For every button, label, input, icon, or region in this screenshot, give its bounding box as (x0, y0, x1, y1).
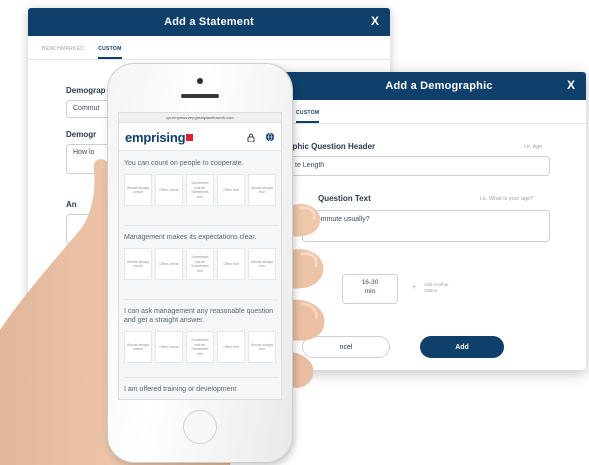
demographic-modal-title: Add a Demographic (385, 80, 493, 92)
browser-url-bar[interactable]: qa-emprisurvey.greatplacetowork.com (119, 113, 281, 123)
add-another-option[interactable]: Add Another Option (424, 282, 454, 294)
demographic-close-icon[interactable]: X (567, 78, 575, 92)
answer-options: Almost always untrue Often untrue Someti… (124, 174, 278, 206)
globe-icon[interactable] (265, 132, 275, 142)
add-demographic-modal: Add a Demographic X CUSTOM aphic Questio… (262, 72, 586, 370)
option-sometimes[interactable]: Sometimes untrue/ Sometimes true (186, 248, 214, 280)
question-text: I can ask management any reasonable ques… (124, 308, 274, 324)
stage: Add a Statement X BENCHMARKED CUSTOM Dem… (0, 0, 589, 465)
option-sometimes[interactable]: Sometimes untrue/ Sometimes true (186, 174, 214, 206)
add-button[interactable]: Add (420, 336, 504, 358)
question-header-hint: i.e. Age (524, 144, 543, 150)
question-header-label: aphic Question Header (288, 142, 376, 151)
cancel-button[interactable]: ncel (302, 336, 390, 358)
emprising-logo: emprising (125, 130, 194, 145)
option-often-untrue[interactable]: Often untrue (155, 248, 183, 280)
option-almost-always-true[interactable]: Almost always true (248, 331, 276, 363)
demographic-body: aphic Question Header i.e. Age te Length… (262, 124, 586, 370)
home-button[interactable] (183, 410, 217, 444)
option-often-true[interactable]: Often true (217, 331, 245, 363)
lock-icon[interactable] (247, 133, 255, 142)
survey-question-2: Management makes its expectations clear.… (124, 233, 278, 280)
statement-modal-title: Add a Statement (164, 16, 254, 28)
survey-question-1: You can count on people to cooperate. Al… (124, 159, 278, 206)
option-almost-always-untrue[interactable]: Almost always untrue (124, 331, 152, 363)
option-often-true[interactable]: Often true (217, 174, 245, 206)
add-option-plus-icon[interactable]: + (412, 284, 416, 291)
tab-custom[interactable]: CUSTOM (98, 46, 122, 59)
logo-mark-icon (186, 134, 194, 141)
statement-modal-header: Add a Statement X (28, 8, 390, 36)
answers-label: An (66, 200, 77, 209)
question-header-input[interactable]: te Length (288, 156, 550, 176)
divider (124, 225, 278, 226)
tab-custom-demographic[interactable]: CUSTOM (296, 110, 320, 123)
option-often-untrue[interactable]: Often untrue (155, 174, 183, 206)
tab-benchmarked[interactable]: BENCHMARKED (42, 46, 84, 59)
option-chip-16-30[interactable]: 16-30 min (342, 274, 398, 304)
survey-question-3: I can ask management any reasonable ques… (124, 307, 278, 363)
question-text: I am offered training or development (124, 386, 237, 393)
question-text: You can count on people to cooperate. (124, 160, 244, 167)
question-text-input[interactable]: r commute usually? (302, 210, 550, 242)
phone-screen: qa-emprisurvey.greatplacetowork.com empr… (118, 112, 282, 400)
answer-options: Almost always untrue Often untrue Someti… (124, 248, 278, 280)
survey-question-4: I am offered training or development (124, 385, 278, 394)
survey-header: emprising (119, 123, 281, 151)
demographic-question-label: Demogr (66, 130, 97, 139)
demographic-modal-header: Add a Demographic X (262, 72, 586, 100)
divider (124, 299, 278, 300)
option-often-true[interactable]: Often true (217, 248, 245, 280)
question-text-label: Question Text (318, 194, 371, 203)
option-almost-always-true[interactable]: Almost always true (248, 248, 276, 280)
camera-icon (197, 78, 203, 84)
smartphone: qa-emprisurvey.greatplacetowork.com empr… (108, 64, 292, 462)
option-almost-always-untrue[interactable]: Almost always untrue (124, 248, 152, 280)
demographic-label: Demograp (66, 86, 106, 95)
option-sometimes[interactable]: Sometimes untrue/ Sometimes true (186, 331, 214, 363)
logo-text: emprising (125, 130, 186, 145)
answer-options: Almost always untrue Often untrue Someti… (124, 331, 278, 363)
divider (124, 377, 278, 378)
question-text-hint: i.e. What is your age? (480, 196, 534, 202)
option-often-untrue[interactable]: Often untrue (155, 331, 183, 363)
demographic-tabs: CUSTOM (262, 100, 586, 124)
question-text: Management makes its expectations clear. (124, 234, 257, 241)
option-almost-always-true[interactable]: Almost always true (248, 174, 276, 206)
option-almost-always-untrue[interactable]: Almost always untrue (124, 174, 152, 206)
statement-tabs: BENCHMARKED CUSTOM (28, 36, 390, 60)
statement-close-icon[interactable]: X (371, 14, 379, 28)
speaker-grille (181, 94, 219, 98)
